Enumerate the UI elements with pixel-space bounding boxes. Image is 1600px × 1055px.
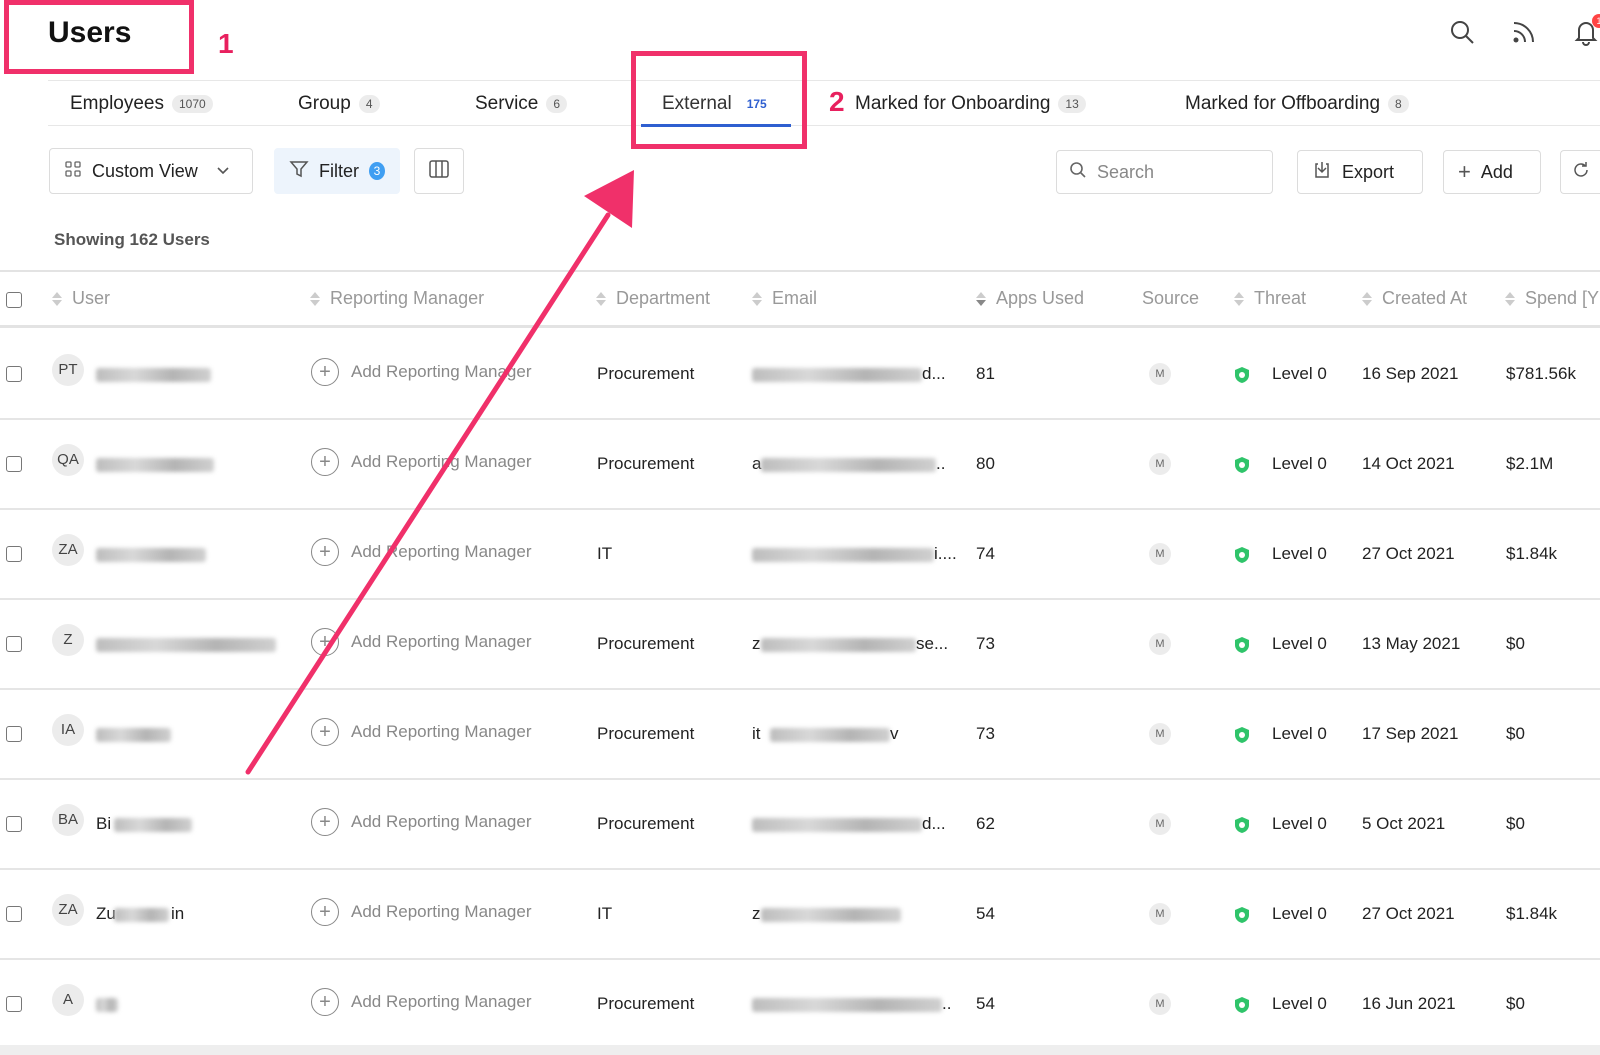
annotation-arrow	[245, 170, 634, 775]
